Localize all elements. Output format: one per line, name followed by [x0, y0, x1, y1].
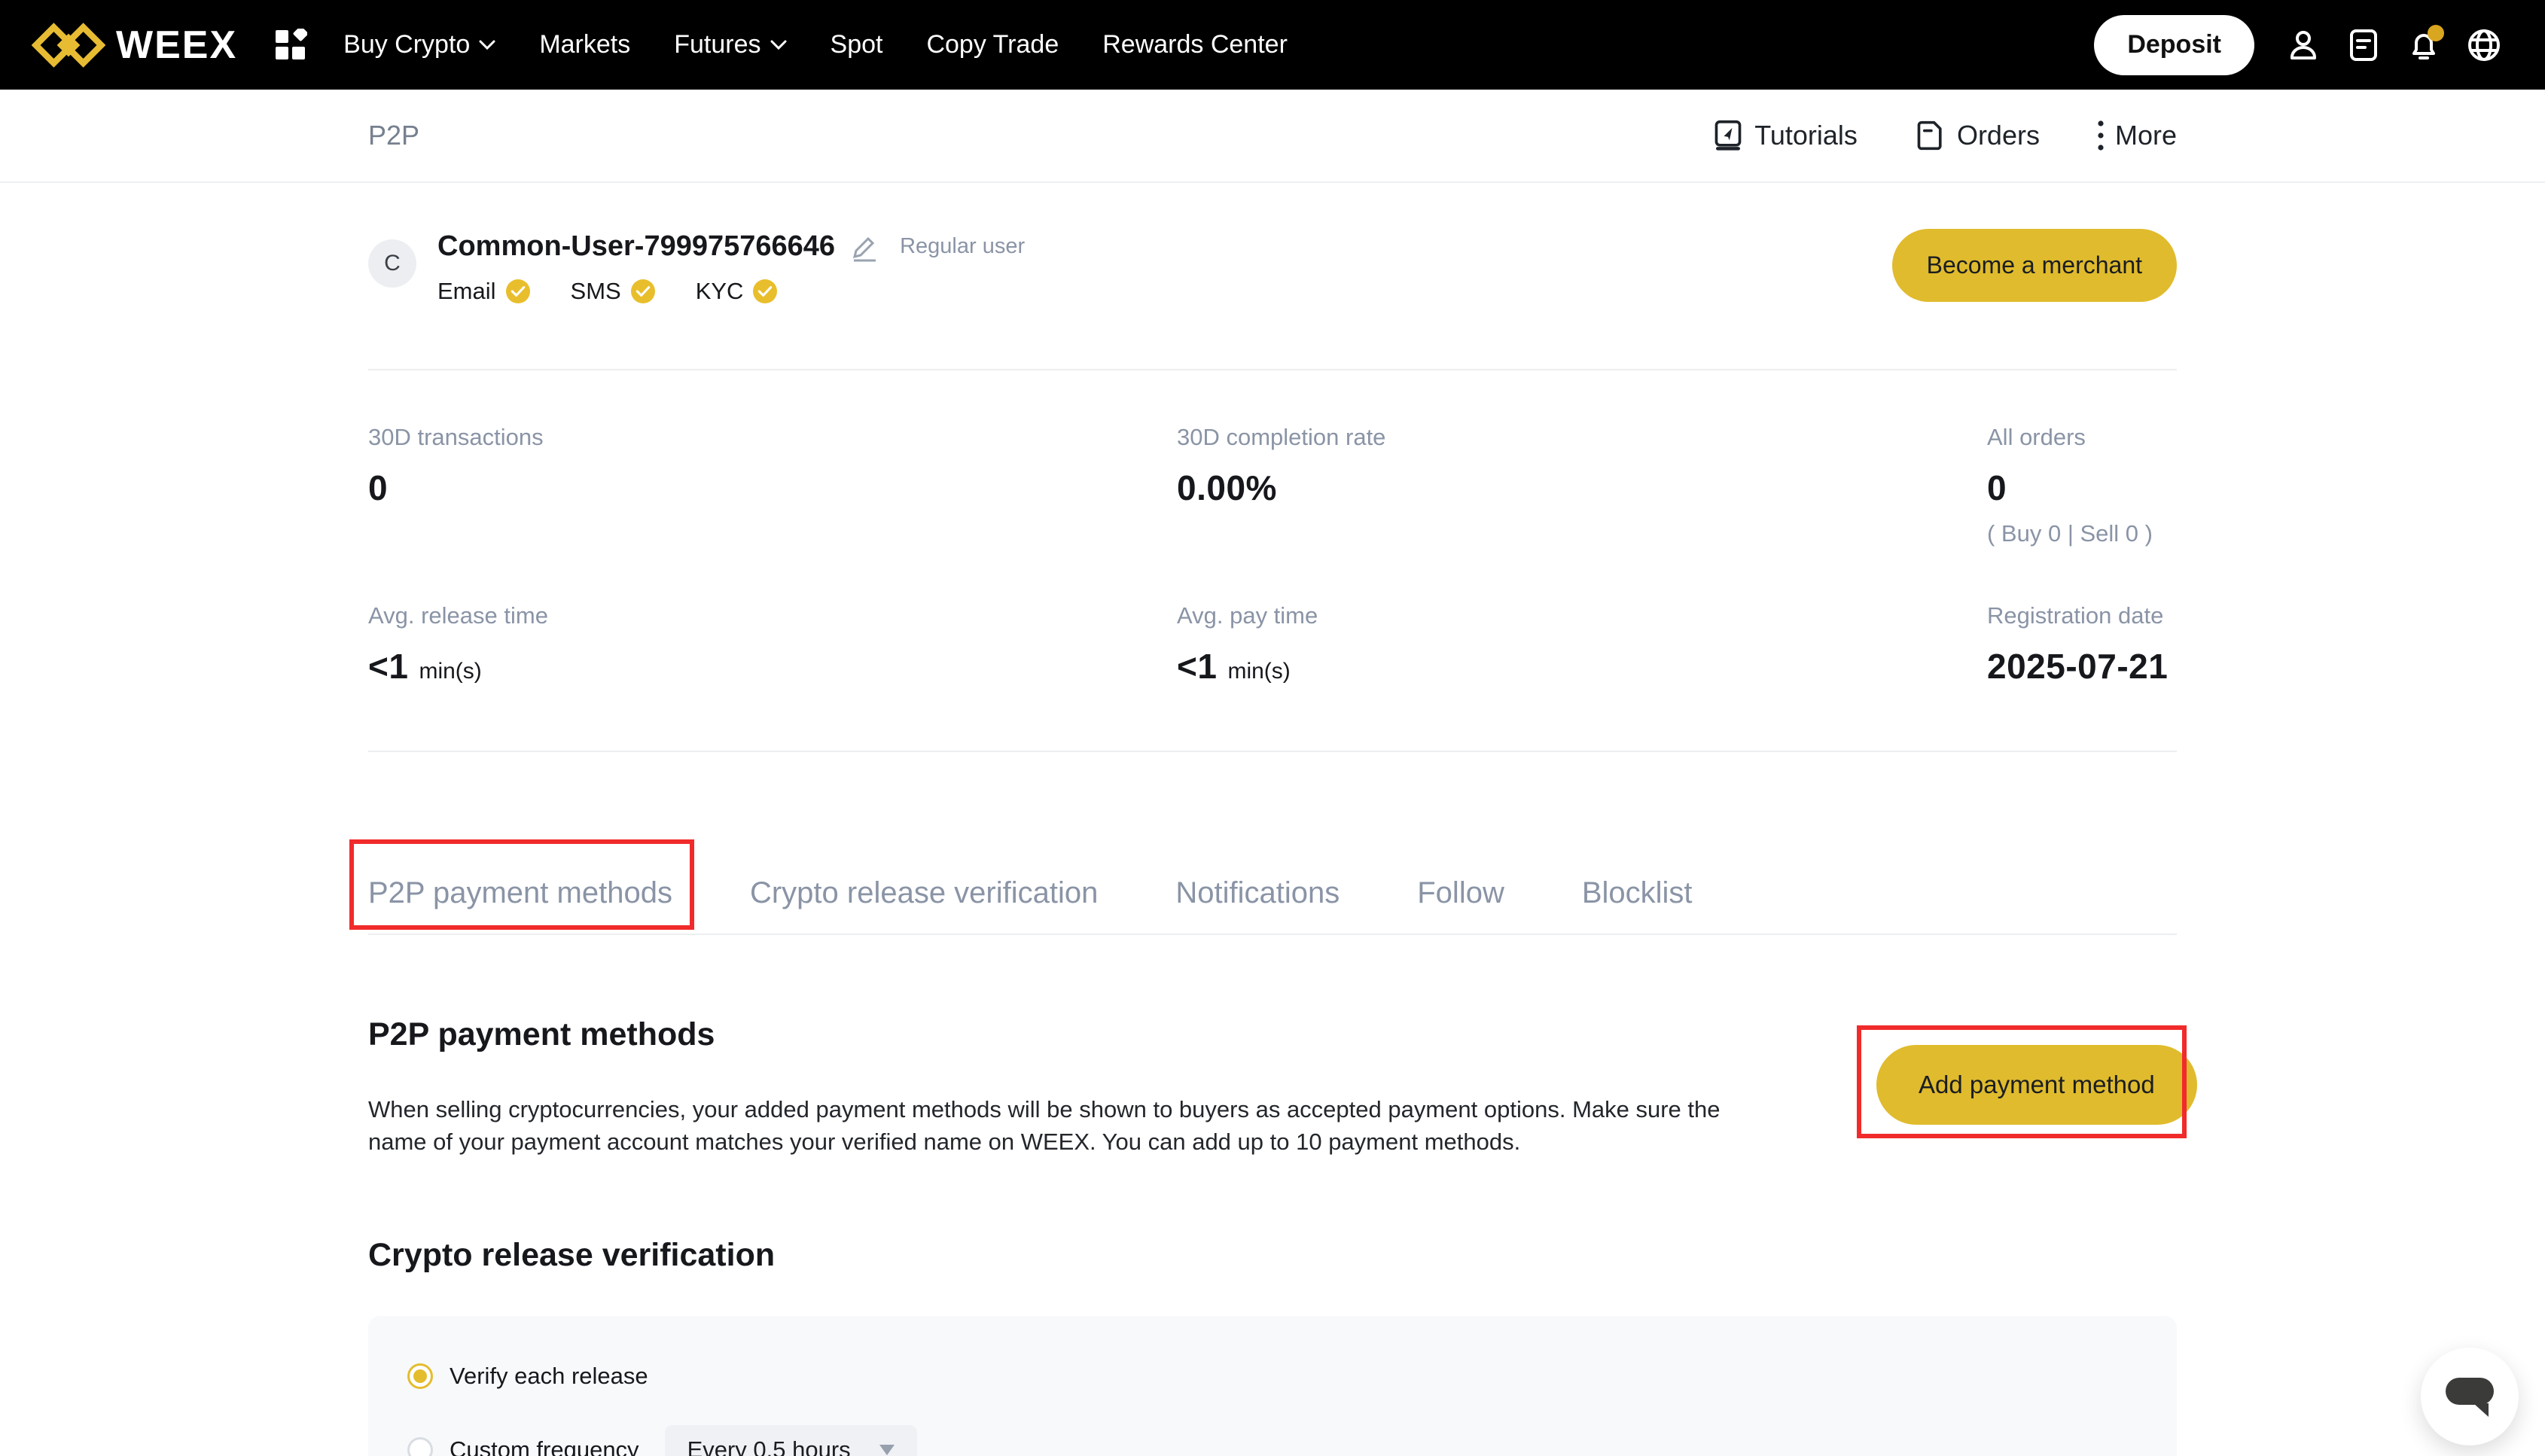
sms-verified-badge: SMS	[571, 278, 655, 305]
verification-badges: Email SMS KYC	[437, 278, 1025, 305]
chevron-down-icon	[479, 40, 495, 50]
radio-unselected-icon[interactable]	[407, 1437, 433, 1456]
orders-file-icon	[1915, 120, 1946, 151]
avatar: C	[368, 239, 416, 288]
profile-icon[interactable]	[2286, 28, 2321, 62]
release-verification-panel: Verify each release Custom frequency Eve…	[368, 1316, 2177, 1456]
nav-rewards-center[interactable]: Rewards Center	[1102, 30, 1288, 59]
caret-down-icon	[879, 1445, 895, 1455]
tutorials-link[interactable]: Tutorials	[1712, 120, 1858, 151]
orders-link[interactable]: Orders	[1915, 120, 2040, 151]
tab-crypto-release-verification[interactable]: Crypto release verification	[750, 876, 1098, 910]
notifications-bell-icon[interactable]	[2406, 28, 2441, 62]
profile-block: C Common-User-799975766646 Regular user …	[368, 230, 1025, 305]
stat-avg-pay-time: Avg. pay time <1 min(s)	[1177, 602, 1318, 687]
divider	[368, 934, 2177, 935]
apps-grid-icon[interactable]	[274, 29, 307, 62]
notification-dot	[2428, 25, 2444, 41]
support-notes-icon[interactable]	[2346, 28, 2381, 62]
payment-methods-description: When selling cryptocurrencies, your adde…	[368, 1093, 1724, 1158]
tab-follow[interactable]: Follow	[1417, 876, 1504, 910]
chevron-down-icon	[770, 40, 787, 50]
chat-bubble-icon	[2443, 1373, 2496, 1420]
brand-name: WEEX	[116, 23, 237, 68]
nav-futures[interactable]: Futures	[674, 30, 786, 59]
deposit-button[interactable]: Deposit	[2094, 15, 2254, 75]
top-navbar: WEEX Buy Crypto Markets Futures	[0, 0, 2545, 90]
weex-logo-icon	[32, 19, 105, 72]
nav-markets[interactable]: Markets	[539, 30, 630, 59]
subheader-actions: Tutorials Orders	[1712, 120, 2177, 151]
become-merchant-button[interactable]: Become a merchant	[1892, 229, 2177, 302]
stat-all-orders: All orders 0 ( Buy 0 | Sell 0 )	[1987, 424, 2153, 547]
radio-selected-icon[interactable]	[407, 1363, 433, 1389]
support-chat-button[interactable]	[2421, 1348, 2519, 1445]
email-verified-badge: Email	[437, 278, 530, 305]
check-icon	[506, 279, 530, 303]
navbar-right: Deposit	[2094, 15, 2501, 75]
stat-registration-date: Registration date 2025-07-21	[1987, 602, 2168, 687]
release-verification-heading: Crypto release verification	[368, 1237, 775, 1274]
profile-tabs: P2P payment methods Crypto release verif…	[368, 876, 1693, 910]
check-icon	[631, 279, 655, 303]
payment-methods-heading: P2P payment methods	[368, 1016, 715, 1053]
stat-30d-transactions: 30D transactions 0	[368, 424, 544, 508]
divider	[368, 751, 2177, 752]
frequency-dropdown[interactable]: Every 0.5 hours	[665, 1425, 917, 1456]
custom-frequency-option[interactable]: Custom frequency Every 0.5 hours	[407, 1425, 917, 1456]
tab-blocklist[interactable]: Blocklist	[1582, 876, 1693, 910]
user-role-label: Regular user	[900, 234, 1025, 259]
tab-notifications[interactable]: Notifications	[1175, 876, 1340, 910]
weex-logo[interactable]: WEEX	[32, 19, 237, 72]
p2p-subheader: P2P Tutorials	[0, 90, 2545, 183]
kyc-verified-badge: KYC	[696, 278, 778, 305]
tutorials-book-icon	[1712, 120, 1744, 151]
tab-p2p-payment-methods[interactable]: P2P payment methods	[368, 876, 672, 910]
buy-sell-breakdown: ( Buy 0 | Sell 0 )	[1987, 520, 2153, 547]
main-nav: Buy Crypto Markets Futures Spot Copy Tra…	[343, 30, 1288, 59]
nav-buy-crypto[interactable]: Buy Crypto	[343, 30, 495, 59]
edit-username-icon[interactable]	[850, 231, 879, 263]
stat-30d-completion-rate: 30D completion rate 0.00%	[1177, 424, 1385, 508]
username: Common-User-799975766646	[437, 230, 835, 263]
nav-copy-trade[interactable]: Copy Trade	[926, 30, 1059, 59]
nav-spot[interactable]: Spot	[831, 30, 883, 59]
add-payment-method-button[interactable]: Add payment method	[1876, 1045, 2197, 1125]
page-title: P2P	[368, 120, 419, 151]
stat-avg-release-time: Avg. release time <1 min(s)	[368, 602, 548, 687]
divider	[368, 369, 2177, 370]
check-icon	[753, 279, 777, 303]
more-vertical-dots-icon	[2097, 120, 2105, 151]
verify-each-release-option[interactable]: Verify each release	[407, 1363, 648, 1390]
language-globe-icon[interactable]	[2467, 28, 2501, 62]
more-menu[interactable]: More	[2097, 120, 2177, 151]
p2p-user-center-page: WEEX Buy Crypto Markets Futures	[0, 0, 2545, 1456]
